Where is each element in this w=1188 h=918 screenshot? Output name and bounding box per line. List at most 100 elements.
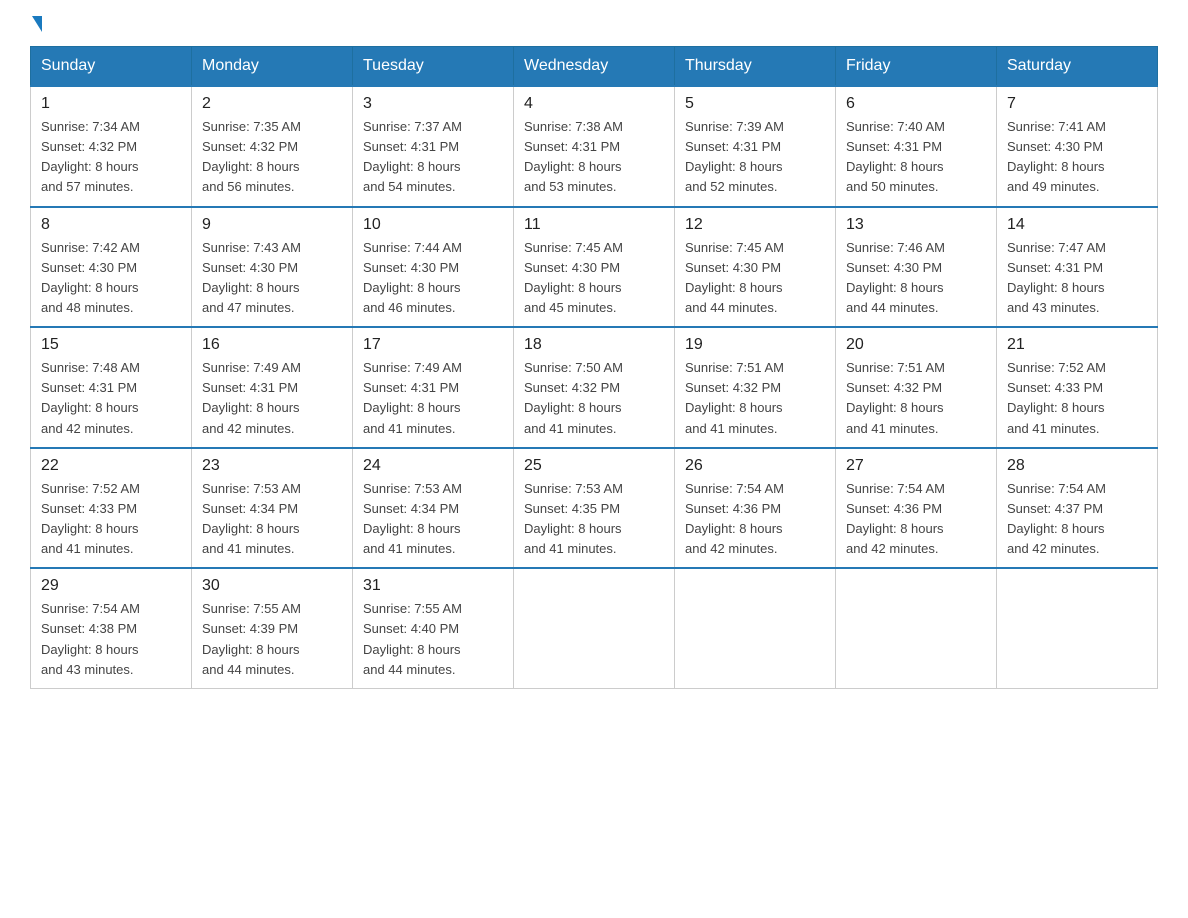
calendar-cell: 27 Sunrise: 7:54 AM Sunset: 4:36 PM Dayl… — [836, 448, 997, 569]
calendar-cell: 12 Sunrise: 7:45 AM Sunset: 4:30 PM Dayl… — [675, 207, 836, 328]
calendar-cell: 2 Sunrise: 7:35 AM Sunset: 4:32 PM Dayli… — [192, 86, 353, 207]
day-info: Sunrise: 7:37 AM Sunset: 4:31 PM Dayligh… — [363, 117, 503, 198]
day-number: 15 — [41, 336, 181, 354]
day-number: 8 — [41, 216, 181, 234]
calendar-cell: 10 Sunrise: 7:44 AM Sunset: 4:30 PM Dayl… — [353, 207, 514, 328]
calendar-header-tuesday: Tuesday — [353, 47, 514, 87]
calendar-week-row: 1 Sunrise: 7:34 AM Sunset: 4:32 PM Dayli… — [31, 86, 1158, 207]
day-info: Sunrise: 7:39 AM Sunset: 4:31 PM Dayligh… — [685, 117, 825, 198]
calendar-cell: 14 Sunrise: 7:47 AM Sunset: 4:31 PM Dayl… — [997, 207, 1158, 328]
day-number: 22 — [41, 457, 181, 475]
calendar-cell: 3 Sunrise: 7:37 AM Sunset: 4:31 PM Dayli… — [353, 86, 514, 207]
calendar-cell — [514, 568, 675, 688]
calendar-cell: 25 Sunrise: 7:53 AM Sunset: 4:35 PM Dayl… — [514, 448, 675, 569]
day-number: 27 — [846, 457, 986, 475]
logo-triangle-icon — [32, 16, 42, 32]
day-info: Sunrise: 7:45 AM Sunset: 4:30 PM Dayligh… — [685, 238, 825, 319]
day-info: Sunrise: 7:51 AM Sunset: 4:32 PM Dayligh… — [846, 358, 986, 439]
day-number: 2 — [202, 95, 342, 113]
day-number: 31 — [363, 577, 503, 595]
day-info: Sunrise: 7:54 AM Sunset: 4:37 PM Dayligh… — [1007, 479, 1147, 560]
day-number: 4 — [524, 95, 664, 113]
day-number: 21 — [1007, 336, 1147, 354]
calendar-cell: 7 Sunrise: 7:41 AM Sunset: 4:30 PM Dayli… — [997, 86, 1158, 207]
calendar-cell — [997, 568, 1158, 688]
calendar-cell: 24 Sunrise: 7:53 AM Sunset: 4:34 PM Dayl… — [353, 448, 514, 569]
calendar-cell: 26 Sunrise: 7:54 AM Sunset: 4:36 PM Dayl… — [675, 448, 836, 569]
day-info: Sunrise: 7:53 AM Sunset: 4:34 PM Dayligh… — [202, 479, 342, 560]
calendar-cell: 29 Sunrise: 7:54 AM Sunset: 4:38 PM Dayl… — [31, 568, 192, 688]
day-number: 12 — [685, 216, 825, 234]
calendar-cell: 28 Sunrise: 7:54 AM Sunset: 4:37 PM Dayl… — [997, 448, 1158, 569]
calendar-cell: 20 Sunrise: 7:51 AM Sunset: 4:32 PM Dayl… — [836, 327, 997, 448]
day-info: Sunrise: 7:54 AM Sunset: 4:36 PM Dayligh… — [685, 479, 825, 560]
day-number: 11 — [524, 216, 664, 234]
calendar-week-row: 15 Sunrise: 7:48 AM Sunset: 4:31 PM Dayl… — [31, 327, 1158, 448]
day-info: Sunrise: 7:34 AM Sunset: 4:32 PM Dayligh… — [41, 117, 181, 198]
day-info: Sunrise: 7:42 AM Sunset: 4:30 PM Dayligh… — [41, 238, 181, 319]
calendar-table: SundayMondayTuesdayWednesdayThursdayFrid… — [30, 46, 1158, 689]
day-info: Sunrise: 7:53 AM Sunset: 4:34 PM Dayligh… — [363, 479, 503, 560]
day-number: 29 — [41, 577, 181, 595]
calendar-header-friday: Friday — [836, 47, 997, 87]
day-number: 20 — [846, 336, 986, 354]
calendar-cell: 31 Sunrise: 7:55 AM Sunset: 4:40 PM Dayl… — [353, 568, 514, 688]
calendar-week-row: 22 Sunrise: 7:52 AM Sunset: 4:33 PM Dayl… — [31, 448, 1158, 569]
day-info: Sunrise: 7:40 AM Sunset: 4:31 PM Dayligh… — [846, 117, 986, 198]
day-info: Sunrise: 7:53 AM Sunset: 4:35 PM Dayligh… — [524, 479, 664, 560]
day-info: Sunrise: 7:54 AM Sunset: 4:36 PM Dayligh… — [846, 479, 986, 560]
calendar-cell: 17 Sunrise: 7:49 AM Sunset: 4:31 PM Dayl… — [353, 327, 514, 448]
day-number: 5 — [685, 95, 825, 113]
day-info: Sunrise: 7:47 AM Sunset: 4:31 PM Dayligh… — [1007, 238, 1147, 319]
calendar-cell: 16 Sunrise: 7:49 AM Sunset: 4:31 PM Dayl… — [192, 327, 353, 448]
day-number: 16 — [202, 336, 342, 354]
calendar-cell: 8 Sunrise: 7:42 AM Sunset: 4:30 PM Dayli… — [31, 207, 192, 328]
day-info: Sunrise: 7:54 AM Sunset: 4:38 PM Dayligh… — [41, 599, 181, 680]
day-number: 7 — [1007, 95, 1147, 113]
calendar-week-row: 29 Sunrise: 7:54 AM Sunset: 4:38 PM Dayl… — [31, 568, 1158, 688]
calendar-cell: 18 Sunrise: 7:50 AM Sunset: 4:32 PM Dayl… — [514, 327, 675, 448]
day-number: 17 — [363, 336, 503, 354]
calendar-cell: 4 Sunrise: 7:38 AM Sunset: 4:31 PM Dayli… — [514, 86, 675, 207]
calendar-header-row: SundayMondayTuesdayWednesdayThursdayFrid… — [31, 47, 1158, 87]
day-info: Sunrise: 7:35 AM Sunset: 4:32 PM Dayligh… — [202, 117, 342, 198]
calendar-cell: 21 Sunrise: 7:52 AM Sunset: 4:33 PM Dayl… — [997, 327, 1158, 448]
day-info: Sunrise: 7:49 AM Sunset: 4:31 PM Dayligh… — [202, 358, 342, 439]
calendar-cell: 1 Sunrise: 7:34 AM Sunset: 4:32 PM Dayli… — [31, 86, 192, 207]
day-info: Sunrise: 7:51 AM Sunset: 4:32 PM Dayligh… — [685, 358, 825, 439]
calendar-cell: 6 Sunrise: 7:40 AM Sunset: 4:31 PM Dayli… — [836, 86, 997, 207]
logo — [30, 20, 42, 28]
day-info: Sunrise: 7:49 AM Sunset: 4:31 PM Dayligh… — [363, 358, 503, 439]
day-number: 9 — [202, 216, 342, 234]
calendar-cell — [675, 568, 836, 688]
calendar-cell: 11 Sunrise: 7:45 AM Sunset: 4:30 PM Dayl… — [514, 207, 675, 328]
day-number: 30 — [202, 577, 342, 595]
calendar-cell: 15 Sunrise: 7:48 AM Sunset: 4:31 PM Dayl… — [31, 327, 192, 448]
day-number: 13 — [846, 216, 986, 234]
calendar-cell: 9 Sunrise: 7:43 AM Sunset: 4:30 PM Dayli… — [192, 207, 353, 328]
day-info: Sunrise: 7:46 AM Sunset: 4:30 PM Dayligh… — [846, 238, 986, 319]
day-info: Sunrise: 7:50 AM Sunset: 4:32 PM Dayligh… — [524, 358, 664, 439]
calendar-week-row: 8 Sunrise: 7:42 AM Sunset: 4:30 PM Dayli… — [31, 207, 1158, 328]
day-number: 6 — [846, 95, 986, 113]
day-number: 25 — [524, 457, 664, 475]
day-number: 28 — [1007, 457, 1147, 475]
day-number: 23 — [202, 457, 342, 475]
calendar-cell: 13 Sunrise: 7:46 AM Sunset: 4:30 PM Dayl… — [836, 207, 997, 328]
day-number: 19 — [685, 336, 825, 354]
day-info: Sunrise: 7:55 AM Sunset: 4:39 PM Dayligh… — [202, 599, 342, 680]
day-info: Sunrise: 7:52 AM Sunset: 4:33 PM Dayligh… — [41, 479, 181, 560]
day-info: Sunrise: 7:43 AM Sunset: 4:30 PM Dayligh… — [202, 238, 342, 319]
calendar-cell: 19 Sunrise: 7:51 AM Sunset: 4:32 PM Dayl… — [675, 327, 836, 448]
day-number: 3 — [363, 95, 503, 113]
day-number: 26 — [685, 457, 825, 475]
calendar-cell: 30 Sunrise: 7:55 AM Sunset: 4:39 PM Dayl… — [192, 568, 353, 688]
calendar-header-saturday: Saturday — [997, 47, 1158, 87]
day-info: Sunrise: 7:48 AM Sunset: 4:31 PM Dayligh… — [41, 358, 181, 439]
day-info: Sunrise: 7:38 AM Sunset: 4:31 PM Dayligh… — [524, 117, 664, 198]
calendar-cell — [836, 568, 997, 688]
page-header — [30, 20, 1158, 28]
calendar-header-wednesday: Wednesday — [514, 47, 675, 87]
day-info: Sunrise: 7:44 AM Sunset: 4:30 PM Dayligh… — [363, 238, 503, 319]
calendar-header-monday: Monday — [192, 47, 353, 87]
